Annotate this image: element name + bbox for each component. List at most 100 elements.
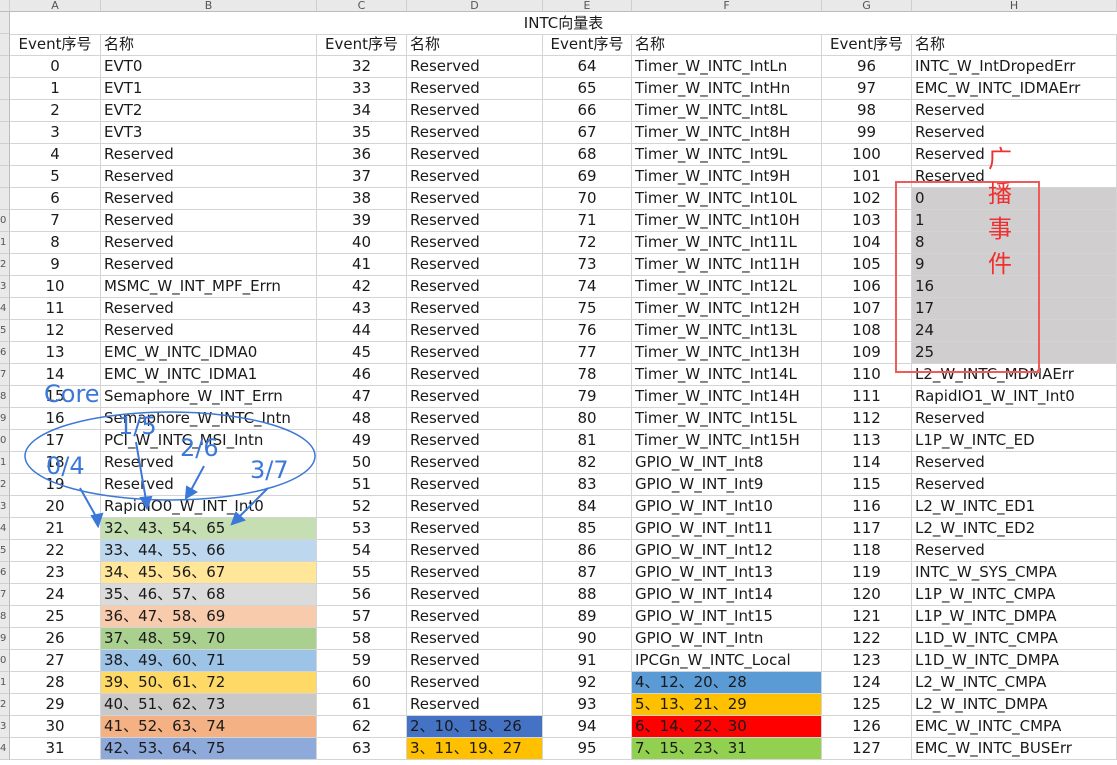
event-name-cell[interactable]: 8 [912, 232, 1117, 254]
event-number-cell[interactable]: 30 [10, 716, 101, 738]
row-number[interactable] [0, 188, 10, 210]
event-name-cell[interactable]: GPIO_W_INT_Int9 [632, 474, 822, 496]
row-number[interactable]: 5 [0, 320, 10, 342]
event-name-cell[interactable]: RapidIO0_W_INT_Int0 [101, 496, 317, 518]
event-name-cell[interactable]: 35、46、57、68 [101, 584, 317, 606]
header-name[interactable]: 名称 [407, 34, 543, 56]
event-name-cell[interactable]: Timer_W_INTC_Int8H [632, 122, 822, 144]
event-number-cell[interactable]: 37 [317, 166, 407, 188]
event-number-cell[interactable]: 111 [822, 386, 912, 408]
event-name-cell[interactable]: 42、53、64、75 [101, 738, 317, 760]
event-name-cell[interactable]: Reserved [407, 540, 543, 562]
event-name-cell[interactable]: GPIO_W_INT_Int8 [632, 452, 822, 474]
event-name-cell[interactable]: Reserved [407, 584, 543, 606]
row-number[interactable]: 0 [0, 430, 10, 452]
event-number-cell[interactable]: 32 [317, 56, 407, 78]
header-event-number[interactable]: Event序号 [10, 34, 101, 56]
column-header-a[interactable]: A [10, 0, 101, 12]
row-number[interactable]: 6 [0, 562, 10, 584]
column-header-c[interactable]: C [317, 0, 407, 12]
column-header-e[interactable]: E [543, 0, 632, 12]
event-name-cell[interactable]: GPIO_W_INT_Intn [632, 628, 822, 650]
event-name-cell[interactable]: EVT0 [101, 56, 317, 78]
event-name-cell[interactable]: L2_W_INTC_ED1 [912, 496, 1117, 518]
event-number-cell[interactable]: 33 [317, 78, 407, 100]
event-number-cell[interactable]: 108 [822, 320, 912, 342]
event-number-cell[interactable]: 82 [543, 452, 632, 474]
event-number-cell[interactable]: 11 [10, 298, 101, 320]
event-number-cell[interactable]: 112 [822, 408, 912, 430]
event-name-cell[interactable]: EMC_W_INTC_CMPA [912, 716, 1117, 738]
event-number-cell[interactable]: 123 [822, 650, 912, 672]
event-number-cell[interactable]: 16 [10, 408, 101, 430]
event-name-cell[interactable]: Timer_W_INTC_IntLn [632, 56, 822, 78]
event-name-cell[interactable]: PCI_W_INTC_MSI_Intn [101, 430, 317, 452]
column-header-h[interactable]: H [912, 0, 1117, 12]
row-number[interactable]: 2 [0, 694, 10, 716]
select-all-corner[interactable] [0, 0, 10, 12]
event-number-cell[interactable]: 4 [10, 144, 101, 166]
event-number-cell[interactable]: 126 [822, 716, 912, 738]
event-name-cell[interactable]: 39、50、61、72 [101, 672, 317, 694]
event-name-cell[interactable]: Reserved [407, 210, 543, 232]
event-name-cell[interactable]: Timer_W_INTC_Int9L [632, 144, 822, 166]
event-name-cell[interactable]: Semaphore_W_INTC_Intn [101, 408, 317, 430]
event-name-cell[interactable]: 4、12、20、28 [632, 672, 822, 694]
event-name-cell[interactable]: Reserved [407, 628, 543, 650]
event-number-cell[interactable]: 41 [317, 254, 407, 276]
event-name-cell[interactable]: L2_W_INTC_CMPA [912, 672, 1117, 694]
event-number-cell[interactable]: 51 [317, 474, 407, 496]
event-number-cell[interactable]: 122 [822, 628, 912, 650]
event-number-cell[interactable]: 93 [543, 694, 632, 716]
event-number-cell[interactable]: 86 [543, 540, 632, 562]
event-number-cell[interactable]: 64 [543, 56, 632, 78]
row-number[interactable]: 4 [0, 298, 10, 320]
event-number-cell[interactable]: 38 [317, 188, 407, 210]
event-number-cell[interactable]: 17 [10, 430, 101, 452]
event-name-cell[interactable]: 0 [912, 188, 1117, 210]
event-number-cell[interactable]: 5 [10, 166, 101, 188]
event-number-cell[interactable]: 80 [543, 408, 632, 430]
event-number-cell[interactable]: 54 [317, 540, 407, 562]
event-name-cell[interactable]: Reserved [407, 452, 543, 474]
event-number-cell[interactable]: 47 [317, 386, 407, 408]
event-name-cell[interactable]: Timer_W_INTC_Int14L [632, 364, 822, 386]
event-number-cell[interactable]: 3 [10, 122, 101, 144]
event-name-cell[interactable]: Timer_W_INTC_Int13H [632, 342, 822, 364]
event-number-cell[interactable]: 2 [10, 100, 101, 122]
event-name-cell[interactable]: 24 [912, 320, 1117, 342]
event-number-cell[interactable]: 113 [822, 430, 912, 452]
event-number-cell[interactable]: 100 [822, 144, 912, 166]
row-number[interactable]: 3 [0, 496, 10, 518]
event-number-cell[interactable]: 89 [543, 606, 632, 628]
event-name-cell[interactable]: Reserved [407, 562, 543, 584]
event-name-cell[interactable]: L2_W_INTC_ED2 [912, 518, 1117, 540]
row-number[interactable]: 0 [0, 650, 10, 672]
event-number-cell[interactable]: 120 [822, 584, 912, 606]
event-name-cell[interactable]: L1P_W_INTC_CMPA [912, 584, 1117, 606]
event-name-cell[interactable]: 37、48、59、70 [101, 628, 317, 650]
row-number[interactable]: 0 [0, 210, 10, 232]
event-number-cell[interactable]: 96 [822, 56, 912, 78]
event-number-cell[interactable]: 71 [543, 210, 632, 232]
event-number-cell[interactable]: 45 [317, 342, 407, 364]
event-number-cell[interactable]: 15 [10, 386, 101, 408]
column-header-b[interactable]: B [101, 0, 317, 12]
event-name-cell[interactable]: Timer_W_INTC_Int11L [632, 232, 822, 254]
event-number-cell[interactable]: 23 [10, 562, 101, 584]
event-name-cell[interactable]: Reserved [407, 276, 543, 298]
event-name-cell[interactable]: Reserved [407, 320, 543, 342]
event-name-cell[interactable]: 16 [912, 276, 1117, 298]
event-name-cell[interactable]: 33、44、55、66 [101, 540, 317, 562]
event-number-cell[interactable]: 18 [10, 452, 101, 474]
event-number-cell[interactable]: 97 [822, 78, 912, 100]
event-name-cell[interactable]: IPCGn_W_INTC_Local [632, 650, 822, 672]
event-name-cell[interactable]: L1P_W_INTC_DMPA [912, 606, 1117, 628]
event-number-cell[interactable]: 29 [10, 694, 101, 716]
event-name-cell[interactable]: INTC_W_SYS_CMPA [912, 562, 1117, 584]
event-number-cell[interactable]: 95 [543, 738, 632, 760]
event-number-cell[interactable]: 56 [317, 584, 407, 606]
event-number-cell[interactable]: 90 [543, 628, 632, 650]
row-number[interactable]: 9 [0, 628, 10, 650]
event-number-cell[interactable]: 27 [10, 650, 101, 672]
